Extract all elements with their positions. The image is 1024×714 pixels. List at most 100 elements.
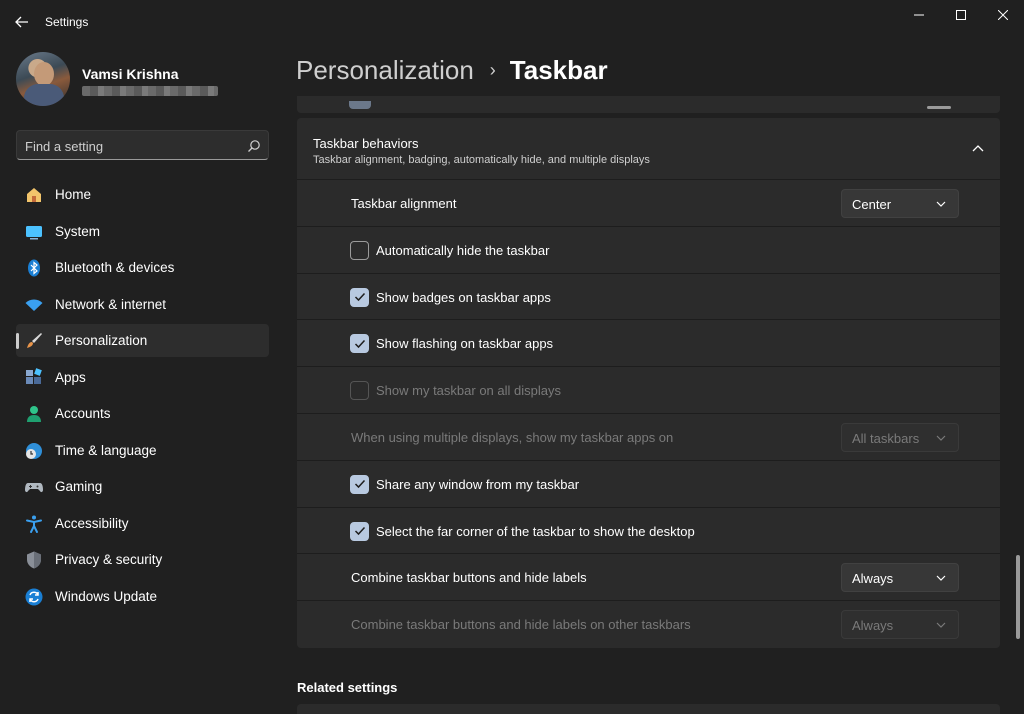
section-subtitle: Taskbar alignment, badging, automaticall… xyxy=(313,154,650,166)
share-window-checkbox[interactable] xyxy=(350,474,369,494)
back-arrow-icon xyxy=(15,16,28,28)
bluetooth-icon xyxy=(24,258,44,278)
badges-row: Show badges on taskbar apps xyxy=(297,273,1000,321)
multi-display-row: When using multiple displays, show my ta… xyxy=(297,413,1000,461)
previous-section-card xyxy=(297,96,1000,113)
partial-toggle[interactable] xyxy=(927,106,951,109)
sidebar-item-time-language[interactable]: Time & language xyxy=(16,434,269,467)
chevron-down-icon xyxy=(936,435,946,441)
close-button[interactable] xyxy=(980,0,1024,30)
related-settings-card[interactable] xyxy=(297,704,1000,714)
paintbrush-icon xyxy=(24,331,44,351)
sidebar-item-personalization[interactable]: Personalization xyxy=(16,324,269,357)
wifi-icon xyxy=(24,295,44,315)
checkmark-icon xyxy=(354,527,365,536)
far-corner-row: Select the far corner of the taskbar to … xyxy=(297,507,1000,555)
chevron-up-icon[interactable] xyxy=(969,142,987,156)
sidebar-nav: Home System Bluetooth & devices Network … xyxy=(16,178,269,616)
dropdown-value: Center xyxy=(852,197,892,212)
redacted-email xyxy=(82,86,218,96)
gamepad-icon xyxy=(24,477,44,497)
update-icon xyxy=(24,587,44,607)
far-corner-label[interactable]: Select the far corner of the taskbar to … xyxy=(376,524,695,539)
breadcrumb-parent[interactable]: Personalization xyxy=(296,55,474,86)
checkmark-icon xyxy=(354,339,365,348)
chevron-down-icon xyxy=(936,575,946,582)
section-title: Taskbar behaviors xyxy=(313,136,419,151)
dropdown-value: All taskbars xyxy=(852,430,920,446)
chevron-down-icon xyxy=(936,201,946,207)
share-window-row: Share any window from my taskbar xyxy=(297,460,1000,508)
related-settings-heading: Related settings xyxy=(297,680,398,695)
taskbar-behaviors-section: Taskbar behaviors Taskbar alignment, bad… xyxy=(297,118,1000,648)
combine-other-row: Combine taskbar buttons and hide labels … xyxy=(297,601,1000,648)
minimize-icon xyxy=(914,14,924,16)
sidebar-item-system[interactable]: System xyxy=(16,215,269,248)
combine-dropdown[interactable]: Always xyxy=(841,563,959,593)
badges-checkbox[interactable] xyxy=(350,287,369,307)
sidebar-item-home[interactable]: Home xyxy=(16,178,269,211)
scrollbar-thumb[interactable] xyxy=(1016,555,1020,639)
shield-icon xyxy=(24,550,44,570)
combine-other-dropdown: Always xyxy=(841,610,959,640)
combine-row: Combine taskbar buttons and hide labels … xyxy=(297,554,1000,602)
sidebar-item-gaming[interactable]: Gaming xyxy=(16,470,269,503)
all-displays-label: Show my taskbar on all displays xyxy=(376,383,561,399)
person-icon xyxy=(24,404,44,424)
search-icon[interactable] xyxy=(247,139,261,153)
combine-other-label: Combine taskbar buttons and hide labels … xyxy=(351,617,691,633)
main-content: Taskbar behaviors Taskbar alignment, bad… xyxy=(297,96,1001,714)
auto-hide-checkbox[interactable] xyxy=(350,240,369,260)
all-displays-checkbox xyxy=(350,381,369,401)
taskbar-alignment-label: Taskbar alignment xyxy=(351,196,457,211)
clock-globe-icon xyxy=(24,441,44,461)
taskbar-behaviors-header[interactable]: Taskbar behaviors Taskbar alignment, bad… xyxy=(297,118,1000,180)
minimize-button[interactable] xyxy=(896,0,942,30)
search-input[interactable] xyxy=(25,136,235,156)
sidebar-item-windows-update[interactable]: Windows Update xyxy=(16,580,269,613)
dropdown-value: Always xyxy=(852,618,894,634)
multi-display-dropdown: All taskbars xyxy=(841,422,959,452)
apps-icon xyxy=(24,367,44,388)
checkmark-icon xyxy=(354,480,365,489)
accessibility-icon xyxy=(24,514,44,534)
checkmark-icon xyxy=(354,293,365,302)
combine-label: Combine taskbar buttons and hide labels xyxy=(351,570,587,586)
sidebar-item-apps[interactable]: Apps xyxy=(16,361,269,394)
dropdown-value: Always xyxy=(852,571,894,587)
maximize-icon xyxy=(956,10,966,20)
page-title: Taskbar xyxy=(509,54,608,85)
back-button[interactable] xyxy=(8,8,36,36)
far-corner-checkbox[interactable] xyxy=(350,521,369,541)
user-name: Vamsi Krishna xyxy=(82,66,179,82)
badges-label[interactable]: Show badges on taskbar apps xyxy=(376,290,551,305)
flashing-label[interactable]: Show flashing on taskbar apps xyxy=(376,336,553,351)
close-icon xyxy=(998,10,1008,20)
system-icon xyxy=(24,222,44,242)
sidebar-item-bluetooth[interactable]: Bluetooth & devices xyxy=(16,251,269,284)
multi-display-label: When using multiple displays, show my ta… xyxy=(351,429,674,445)
auto-hide-row: Automatically hide the taskbar xyxy=(297,226,1000,274)
sidebar-item-accessibility[interactable]: Accessibility xyxy=(16,507,269,540)
chevron-down-icon xyxy=(936,622,946,629)
auto-hide-label[interactable]: Automatically hide the taskbar xyxy=(376,243,549,258)
breadcrumb-separator: › xyxy=(489,59,496,80)
all-displays-row: Show my taskbar on all displays xyxy=(297,367,1000,414)
maximize-button[interactable] xyxy=(938,0,984,30)
sidebar-item-privacy[interactable]: Privacy & security xyxy=(16,543,269,576)
flashing-checkbox[interactable] xyxy=(350,334,369,354)
avatar xyxy=(16,52,70,106)
partial-checkbox[interactable] xyxy=(349,101,371,109)
sidebar-item-accounts[interactable]: Accounts xyxy=(16,397,269,430)
search-box[interactable] xyxy=(16,130,269,160)
taskbar-alignment-dropdown[interactable]: Center xyxy=(841,189,959,218)
sidebar-item-network[interactable]: Network & internet xyxy=(16,288,269,321)
taskbar-alignment-row: Taskbar alignment Center xyxy=(297,180,1000,227)
user-profile[interactable]: Vamsi Krishna xyxy=(16,52,266,108)
breadcrumb: Personalization › Taskbar xyxy=(296,52,608,88)
title-bar: Settings xyxy=(0,0,1024,40)
app-title: Settings xyxy=(45,15,89,29)
home-icon xyxy=(24,185,44,205)
flashing-row: Show flashing on taskbar apps xyxy=(297,320,1000,368)
share-window-label[interactable]: Share any window from my taskbar xyxy=(376,477,579,492)
